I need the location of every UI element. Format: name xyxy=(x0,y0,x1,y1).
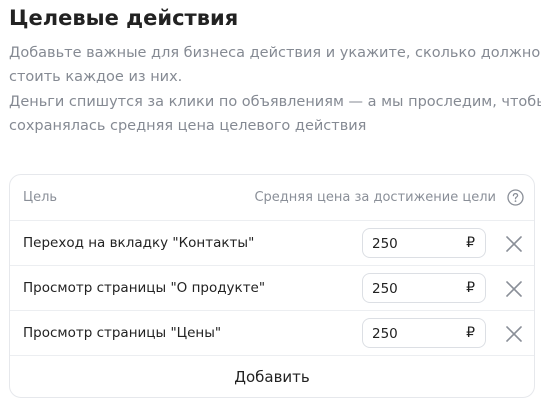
column-header-price: Средняя цена за достижение цели xyxy=(254,190,496,205)
description-line: Деньги спишутся за клики по объявлениям … xyxy=(9,94,541,110)
goal-label: Переход на вкладку "Контакты" xyxy=(23,235,255,251)
price-value[interactable]: 250 xyxy=(372,325,398,343)
currency-symbol: ₽ xyxy=(466,280,475,296)
description-line: сохранялась средняя цена целевого действ… xyxy=(9,118,367,134)
table-row: Просмотр страницы "Цены" 250 ₽ xyxy=(10,311,534,356)
goal-label: Просмотр страницы "О продукте" xyxy=(23,280,266,296)
goals-table: Цель Средняя цена за достижение цели Пер… xyxy=(9,174,535,398)
price-value[interactable]: 250 xyxy=(372,235,398,253)
description-line: стоить каждое из них. xyxy=(9,69,183,85)
goal-label: Просмотр страницы "Цены" xyxy=(23,325,222,341)
currency-symbol: ₽ xyxy=(466,235,475,251)
description-line: Добавьте важные для бизнеса действия и у… xyxy=(9,45,541,61)
close-x-icon[interactable] xyxy=(504,279,524,299)
price-input[interactable]: 250 ₽ xyxy=(362,228,486,258)
column-header-goal: Цель xyxy=(23,190,58,205)
close-x-icon[interactable] xyxy=(504,234,524,254)
table-row: Переход на вкладку "Контакты" 250 ₽ xyxy=(10,221,534,266)
currency-symbol: ₽ xyxy=(466,325,475,341)
close-x-icon[interactable] xyxy=(504,324,524,344)
price-input[interactable]: 250 ₽ xyxy=(362,273,486,303)
table-row: Просмотр страницы "О продукте" 250 ₽ xyxy=(10,266,534,311)
add-goal-button[interactable]: Добавить xyxy=(10,356,534,397)
table-header: Цель Средняя цена за достижение цели xyxy=(10,175,534,221)
question-circle-icon[interactable] xyxy=(507,189,524,206)
price-value[interactable]: 250 xyxy=(372,280,398,298)
price-input[interactable]: 250 ₽ xyxy=(362,318,486,348)
page-title: Целевые действия xyxy=(9,6,239,30)
